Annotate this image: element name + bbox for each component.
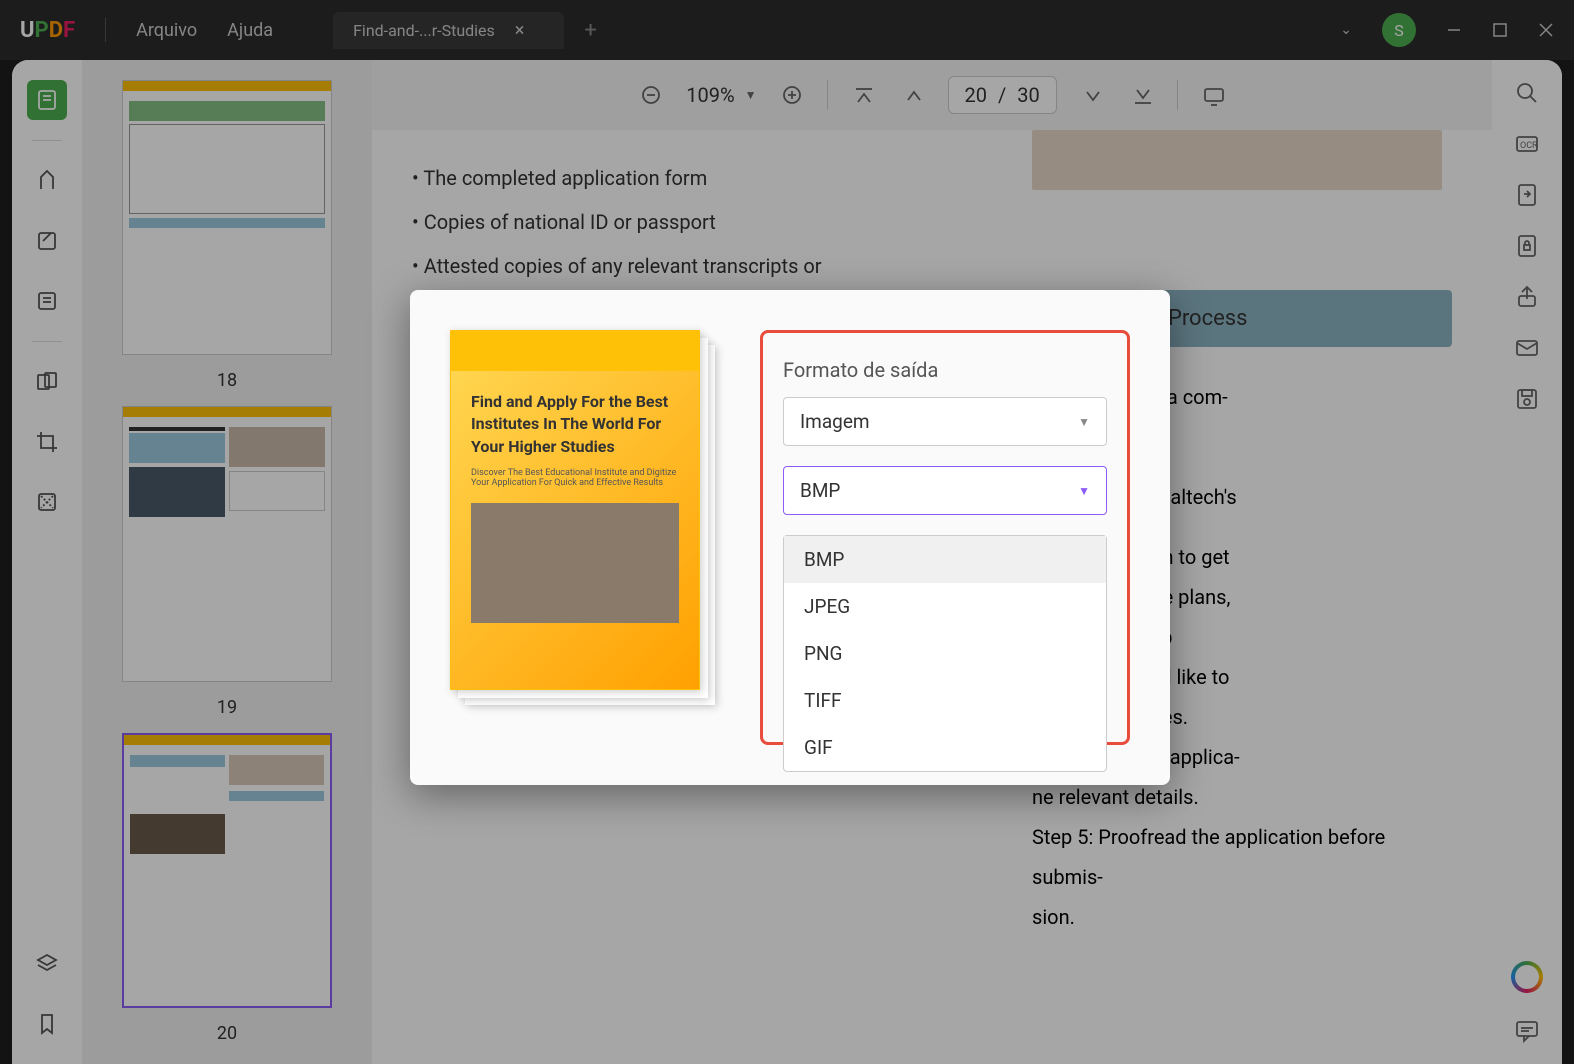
- option-gif[interactable]: GIF: [784, 724, 1106, 771]
- chevron-down-icon: ▼: [1078, 415, 1090, 429]
- type-select[interactable]: BMP ▼: [783, 466, 1107, 515]
- type-dropdown: BMP JPEG PNG TIFF GIF: [783, 535, 1107, 772]
- export-dialog: Find and Apply For the Best Institutes I…: [410, 290, 1170, 785]
- format-label: Formato de saída: [783, 358, 1107, 382]
- option-png[interactable]: PNG: [784, 630, 1106, 677]
- format-select[interactable]: Imagem ▼: [783, 397, 1107, 446]
- option-bmp[interactable]: BMP: [784, 536, 1106, 583]
- option-tiff[interactable]: TIFF: [784, 677, 1106, 724]
- chevron-down-icon: ▼: [1078, 484, 1090, 498]
- option-jpeg[interactable]: JPEG: [784, 583, 1106, 630]
- preview-title: Find and Apply For the Best Institutes I…: [471, 391, 679, 458]
- preview-subtitle: Discover The Best Educational Institute …: [471, 468, 679, 488]
- dialog-form: Formato de saída Imagem ▼ BMP ▼ BMP JPEG…: [760, 330, 1130, 745]
- dialog-preview: Find and Apply For the Best Institutes I…: [450, 330, 730, 710]
